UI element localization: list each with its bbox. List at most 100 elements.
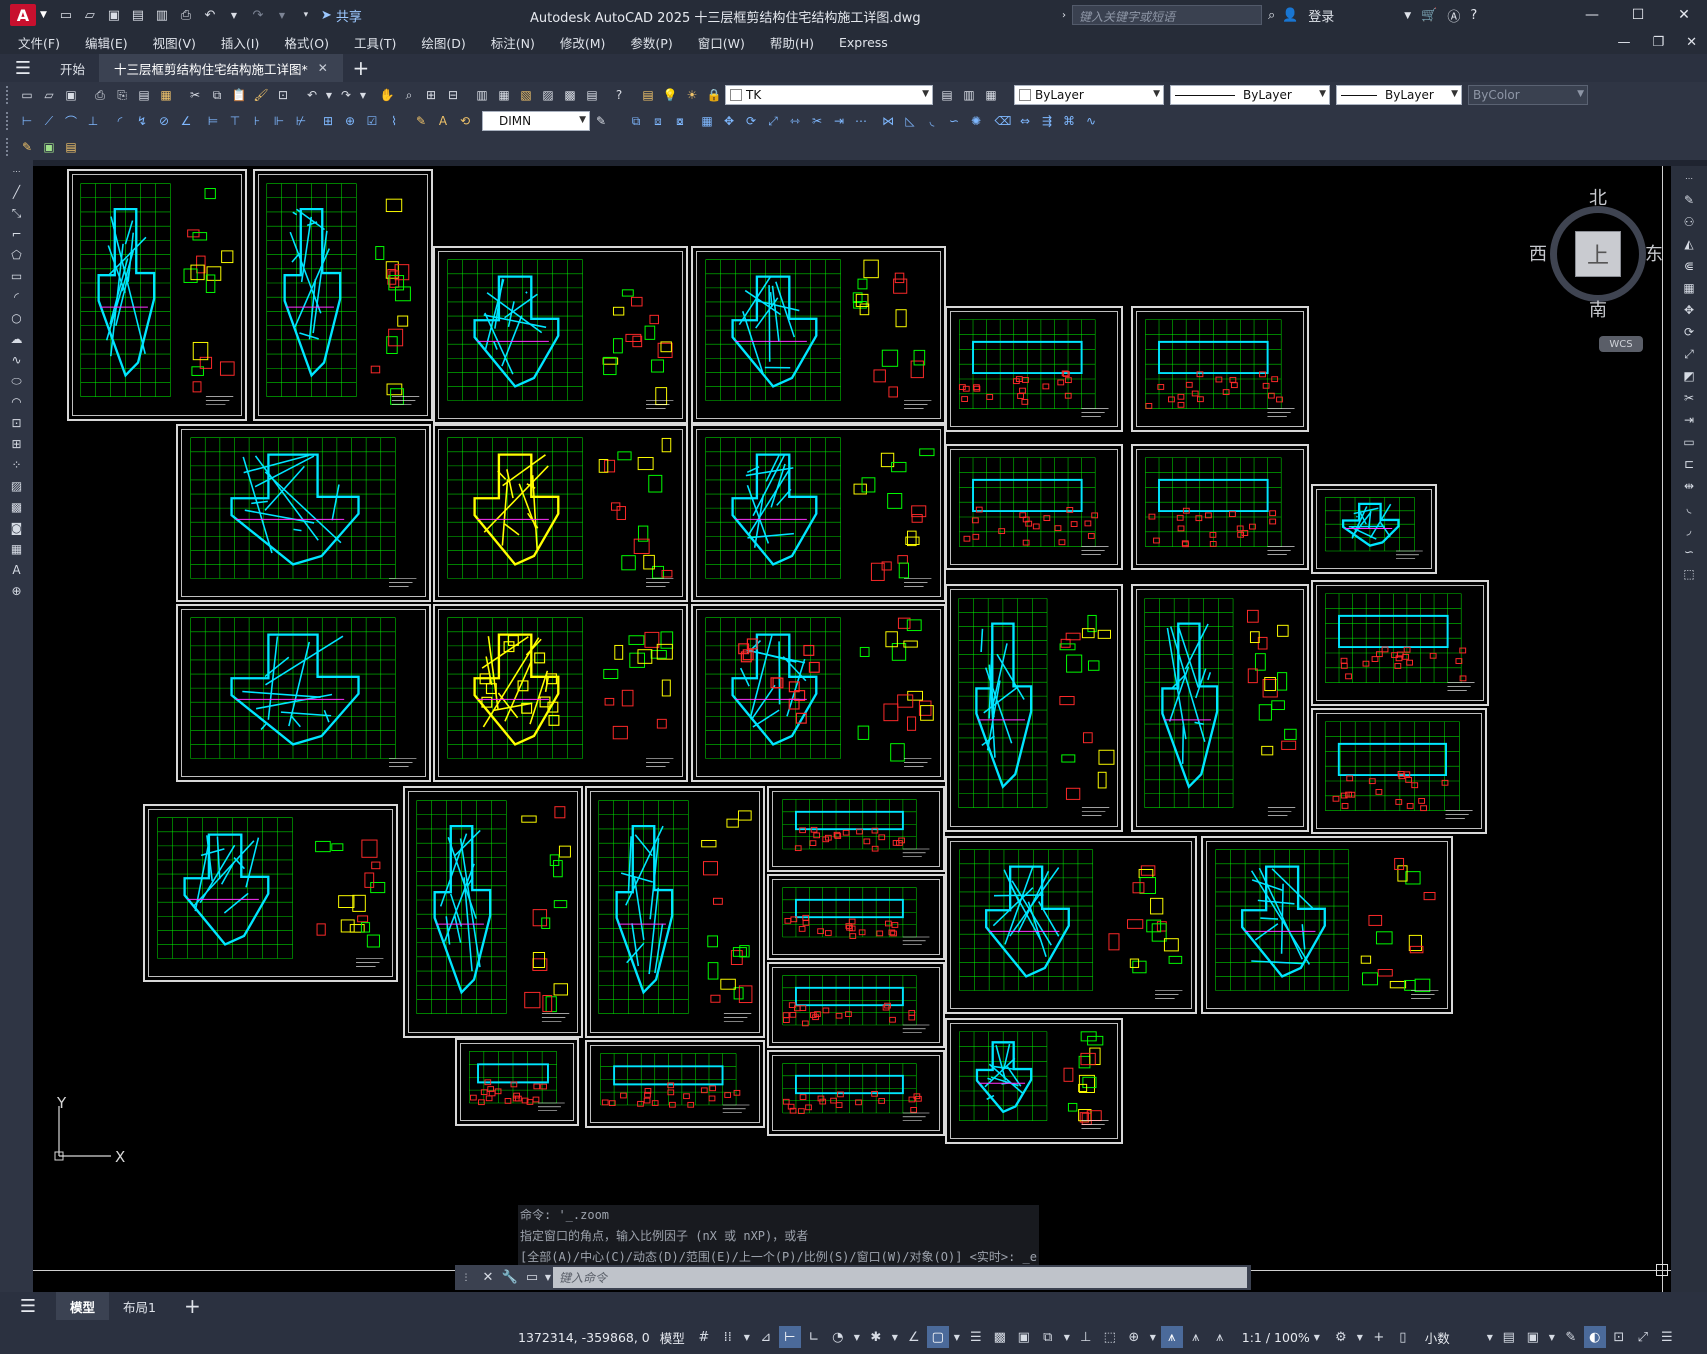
color-combo[interactable]: ByLayer ▼ <box>1014 85 1164 105</box>
command-recent-dropdown-icon[interactable]: ▼ <box>543 1273 553 1282</box>
lock-ui-icon[interactable]: ▣ <box>1522 1326 1544 1348</box>
drawing-sheet[interactable] <box>433 604 688 782</box>
modify-explode-icon[interactable]: ✺ <box>966 111 986 131</box>
dynamic-ucs-icon[interactable]: ⊥ <box>1075 1326 1097 1348</box>
layer-states-icon[interactable]: ▦ <box>981 85 1001 105</box>
trim-icon[interactable]: ✂ <box>1678 388 1700 408</box>
paste-icon[interactable]: 📋 <box>229 85 249 105</box>
blend-icon[interactable]: ∽ <box>1678 542 1700 562</box>
modify-blend-icon[interactable]: ∽ <box>944 111 964 131</box>
drawing-sheet[interactable] <box>143 804 398 982</box>
extend-icon[interactable]: ⇥ <box>1678 410 1700 430</box>
rectangle-icon[interactable]: ▭ <box>6 266 28 286</box>
doc-restore-icon[interactable]: ❐ <box>1652 35 1664 50</box>
menu-tools[interactable]: 工具(T) <box>354 33 396 52</box>
linetype-combo[interactable]: ByLayer ▼ <box>1170 85 1330 105</box>
tab-drawing[interactable]: 十三层框剪结构住宅结构施工详图* ✕ <box>100 54 343 82</box>
block-editor-icon[interactable]: ⊡ <box>273 85 293 105</box>
snap-dropdown-icon[interactable]: ▼ <box>741 1326 753 1348</box>
3d-osnap-dropdown-icon[interactable]: ▼ <box>1061 1326 1073 1348</box>
dim-update-icon[interactable]: ⟲ <box>455 111 475 131</box>
vertical-toolbar-grip[interactable]: ⋯ <box>6 161 28 181</box>
modify-chamfer-icon[interactable]: ◺ <box>900 111 920 131</box>
help-tb-icon[interactable]: ? <box>609 85 629 105</box>
attribute-manager-icon[interactable]: ▤ <box>61 137 81 157</box>
drawing-sheet[interactable] <box>691 246 946 424</box>
drawing-sheet[interactable] <box>945 1018 1123 1144</box>
modify-erase-icon[interactable]: ⌫ <box>993 111 1013 131</box>
stretch-icon[interactable]: ◩ <box>1678 366 1700 386</box>
units-icon[interactable]: ▯ <box>1392 1326 1414 1348</box>
drawing-sheet[interactable] <box>253 169 433 421</box>
modify-trim-icon[interactable]: ✂ <box>807 111 827 131</box>
menu-insert[interactable]: 插入(I) <box>221 33 259 52</box>
polar-dropdown-icon[interactable]: ▼ <box>851 1326 863 1348</box>
zoom-previous-icon[interactable]: ⊟ <box>443 85 463 105</box>
object-snap-tracking-icon[interactable]: ∠ <box>903 1326 925 1348</box>
tab-layout1[interactable]: 布局1 <box>109 1292 170 1320</box>
menu-parametric[interactable]: 参数(P) <box>630 33 672 52</box>
tool-palettes-icon[interactable]: ▧ <box>516 85 536 105</box>
quick-properties-icon[interactable]: ▤ <box>1498 1326 1520 1348</box>
minimize-icon[interactable]: — <box>1569 0 1615 30</box>
command-customize-icon[interactable]: 🔧 <box>499 1270 521 1285</box>
layer-lock-icon[interactable]: 🔒 <box>704 85 724 105</box>
qnew-icon[interactable]: ▭ <box>17 85 37 105</box>
pan-icon[interactable]: ✋ <box>377 85 397 105</box>
annotation-visibility-icon[interactable]: ⩚ <box>1160 1326 1183 1348</box>
command-grip-icon[interactable]: ⋮ <box>455 1273 477 1283</box>
drawing-sheet[interactable] <box>433 246 688 424</box>
modify-stretch-icon[interactable]: ⇿ <box>785 111 805 131</box>
object-snap-dropdown-icon[interactable]: ▼ <box>951 1326 963 1348</box>
maximize-icon[interactable]: ☐ <box>1615 0 1661 30</box>
model-space-button[interactable]: 模型 <box>660 1328 685 1347</box>
table-icon[interactable]: ▦ <box>6 539 28 559</box>
units-dropdown-icon[interactable]: ▼ <box>1484 1326 1496 1348</box>
polyline-icon[interactable]: ⌐ <box>6 224 28 244</box>
lineweight-display-icon[interactable]: ☰ <box>965 1326 987 1348</box>
dim-baseline-icon[interactable]: ⊤ <box>225 111 245 131</box>
plot-icon[interactable]: ⎙ <box>177 6 195 24</box>
make-block-icon[interactable]: ⊞ <box>6 434 28 454</box>
toolbar-grip[interactable] <box>6 138 12 156</box>
make-current-icon[interactable]: ▤ <box>937 85 957 105</box>
scale-icon[interactable]: ⤢ <box>1678 344 1700 364</box>
menu-modify[interactable]: 修改(M) <box>560 33 606 52</box>
command-recent-icon[interactable]: ▭ <box>521 1270 543 1285</box>
array-icon[interactable]: ▦ <box>1678 278 1700 298</box>
coordinate-readout[interactable]: 1372314, -359868, 0 <box>518 1330 650 1345</box>
modify-splinedit-icon[interactable]: ∿ <box>1081 111 1101 131</box>
dim-continue-icon[interactable]: ⊦ <box>247 111 267 131</box>
signin-link[interactable]: 登录 <box>1308 6 1334 25</box>
menu-view[interactable]: 视图(V) <box>153 33 196 52</box>
viewcube[interactable]: 上 北 南 东 西 WCS <box>1523 184 1671 352</box>
zoom-realtime-icon[interactable]: ⌕ <box>399 85 419 105</box>
menu-window[interactable]: 窗口(W) <box>698 33 745 52</box>
gradient-icon[interactable]: ▩ <box>6 497 28 517</box>
selection-filter-icon[interactable]: ⬚ <box>1099 1326 1121 1348</box>
grid-icon[interactable]: # <box>693 1326 715 1348</box>
workspace-dropdown-icon[interactable]: ▼ <box>1354 1326 1366 1348</box>
customize-qat-icon[interactable]: ▾ <box>297 6 315 24</box>
fillet-icon[interactable]: ◞ <box>1678 520 1700 540</box>
ortho-icon[interactable]: ∟ <box>803 1326 825 1348</box>
viewcube-top-face[interactable]: 上 <box>1575 231 1621 277</box>
inspection-icon[interactable]: ☑ <box>362 111 382 131</box>
move-icon[interactable]: ✥ <box>1678 300 1700 320</box>
dim-ordinate-icon[interactable]: ⊥ <box>83 111 103 131</box>
tolerance-icon[interactable]: ⊞ <box>318 111 338 131</box>
drawing-sheet[interactable] <box>585 786 765 1038</box>
redo-tb-dropdown-icon[interactable]: ▼ <box>358 85 368 105</box>
ellipse-icon[interactable]: ⬭ <box>6 371 28 391</box>
drawing-sheet[interactable] <box>767 1050 945 1136</box>
lock-ui-dropdown-icon[interactable]: ▼ <box>1546 1326 1558 1348</box>
break-icon[interactable]: ⊏ <box>1678 454 1700 474</box>
redo-dropdown-icon[interactable]: ▼ <box>273 6 291 24</box>
new-tab-icon[interactable]: + <box>343 56 379 80</box>
modify-copy-icon[interactable]: ⧉ <box>626 111 646 131</box>
menu-dimension[interactable]: 标注(N) <box>491 33 535 52</box>
transparency-icon[interactable]: ▩ <box>989 1326 1011 1348</box>
menu-draw[interactable]: 绘图(D) <box>421 33 465 52</box>
toolbar-grip[interactable] <box>6 86 12 104</box>
modify-rotate-icon[interactable]: ⟳ <box>741 111 761 131</box>
